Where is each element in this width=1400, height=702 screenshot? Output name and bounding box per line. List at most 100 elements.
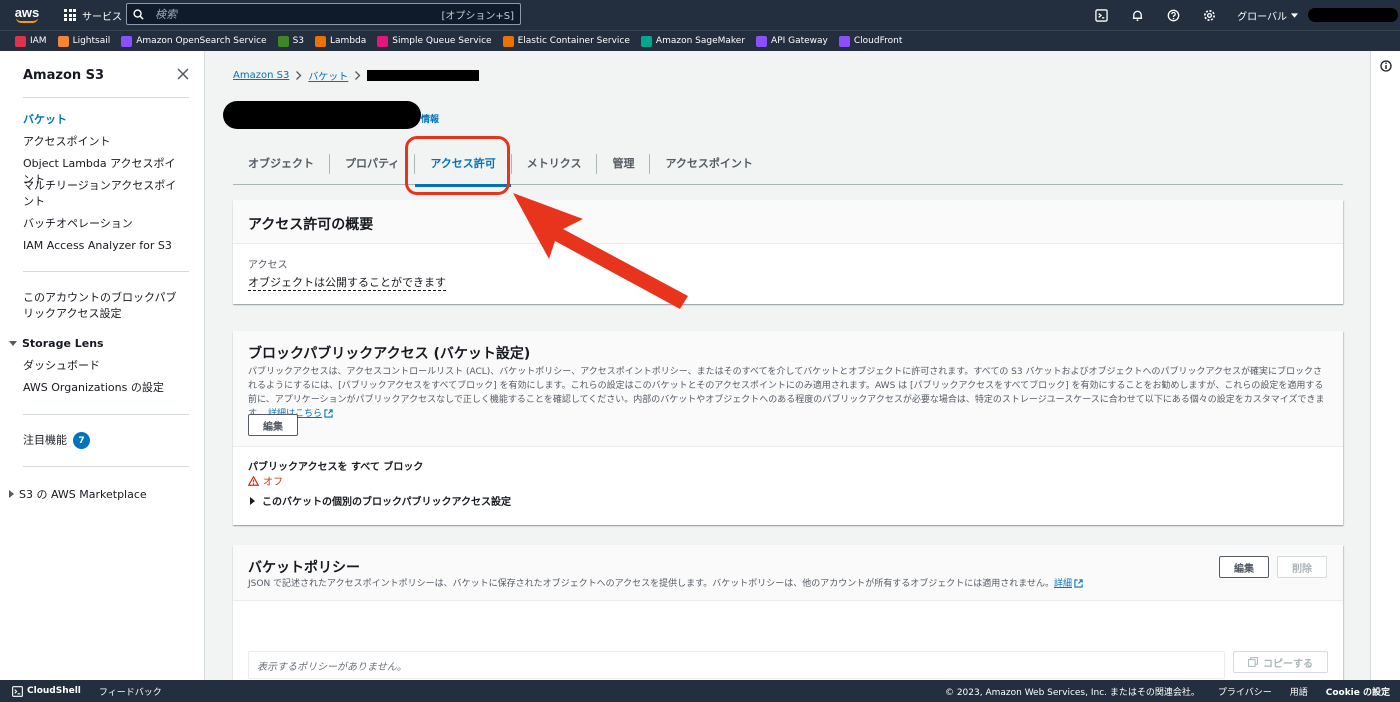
learn-more-link[interactable]: 詳細 (1054, 579, 1072, 589)
services-label: サービス (82, 11, 122, 23)
breadcrumb: Amazon S3 バケット (233, 68, 480, 83)
info-link[interactable]: 情報 (421, 112, 439, 125)
service-icon (57, 35, 69, 47)
tab-properties[interactable]: プロパティ (330, 153, 416, 174)
bell-icon[interactable] (1119, 0, 1155, 30)
copy-label: コピーする (1263, 658, 1313, 670)
status-badge: オフ (248, 473, 283, 488)
caret-right-icon (9, 490, 14, 498)
feedback-link[interactable]: フィードバック (99, 685, 162, 698)
external-link-icon (1074, 579, 1083, 588)
sidebar-item-dashboards[interactable]: ダッシュボード (23, 358, 183, 374)
sidenav-title: Amazon S3 (23, 68, 105, 83)
sidebar-group-storage-lens[interactable]: Storage Lens (9, 337, 104, 350)
cloudshell-button[interactable]: CloudShell (12, 685, 81, 697)
cookie-settings-link[interactable]: Cookie の設定 (1326, 685, 1390, 698)
sidebar-group-label: S3 の AWS Marketplace (19, 488, 147, 501)
policy-editor: 表示するポリシーがありません。 (248, 651, 1225, 679)
edit-button[interactable]: 編集 (1219, 556, 1269, 578)
block-all-label: パブリックアクセスを すべて ブロック (248, 462, 424, 473)
info-icon[interactable] (1380, 60, 1392, 72)
sidebar-item-iam-analyzer[interactable]: IAM Access Analyzer for S3 (23, 238, 183, 254)
favorite-item[interactable]: Amazon SageMaker (640, 35, 745, 47)
aws-smile-icon (16, 18, 38, 23)
favorite-item[interactable]: Amazon OpenSearch Service (121, 35, 267, 47)
breadcrumb-buckets[interactable]: バケット (308, 68, 348, 83)
sidebar-item-buckets[interactable]: バケット (23, 112, 183, 128)
service-icon (121, 35, 133, 47)
favorite-label: Amazon OpenSearch Service (136, 36, 267, 46)
account-menu-redacted[interactable] (1308, 8, 1398, 22)
annotation-highlight-circle (405, 136, 510, 195)
favorite-item[interactable]: S3 (277, 35, 304, 47)
sidebar-group-marketplace[interactable]: S3 の AWS Marketplace (9, 486, 147, 502)
service-icon (502, 35, 514, 47)
region-selector[interactable]: グローバル (1237, 8, 1298, 23)
footer-links: © 2023, Amazon Web Services, Inc. またはその関… (945, 685, 1390, 698)
tab-access-points[interactable]: アクセスポイント (650, 154, 767, 174)
privacy-link[interactable]: プライバシー (1218, 685, 1272, 698)
sidebar-item-batch-operations[interactable]: バッチオペレーション (23, 216, 183, 232)
help-icon[interactable] (1155, 0, 1191, 30)
sidebar-item-access-points[interactable]: アクセスポイント (23, 134, 183, 150)
bpa-description: パブリックアクセスは、アクセスコントロールリスト (ACL)、バケットポリシー、… (248, 367, 1325, 419)
featured-label: 注目機能 (23, 433, 67, 447)
page-title: 情報 (223, 101, 439, 129)
delete-button[interactable]: 削除 (1277, 556, 1327, 578)
divider (23, 271, 189, 272)
access-label: アクセス (248, 260, 288, 271)
favorites-bar: IAM Lightsail Amazon OpenSearch Service S3 L… (0, 30, 1400, 51)
breadcrumb-amazon-s3[interactable]: Amazon S3 (233, 70, 289, 81)
tab-management[interactable]: 管理 (597, 153, 651, 174)
tab-metrics[interactable]: メトリクス (512, 153, 598, 174)
chevron-right-icon (296, 71, 302, 80)
card-header: バケットポリシー JSON で記述されたアクセスポイントポリシーは、バケットに保… (233, 545, 1343, 601)
footer: CloudShell フィードバック © 2023, Amazon Web Se… (0, 680, 1400, 702)
top-right-controls: グローバル (1083, 0, 1400, 30)
service-icon (377, 35, 389, 47)
service-icon (756, 35, 768, 47)
close-icon[interactable] (176, 67, 190, 81)
search-shortcut: [オプション+S] (441, 10, 514, 22)
favorite-item[interactable]: API Gateway (756, 35, 828, 47)
service-icon (15, 35, 26, 47)
sidebar-item-multi-region[interactable]: マルチリージョンアクセスポイント (23, 178, 183, 210)
service-icon (277, 35, 289, 47)
external-link-icon (324, 409, 333, 418)
card-description: パブリックアクセスは、アクセスコントロールリスト (ACL)、バケットポリシー、… (248, 365, 1328, 421)
featured-count-badge: 7 (73, 432, 90, 449)
divider (23, 97, 189, 98)
annotation-arrow-icon (513, 193, 688, 309)
sidebar-item-featured[interactable]: 注目機能 7 (23, 432, 183, 449)
expand-individual-settings[interactable]: このバケットの個別のブロックパブリックアクセス設定 (250, 493, 511, 508)
gear-icon[interactable] (1191, 0, 1227, 30)
favorite-label: Lightsail (72, 36, 111, 46)
permissions-overview-card: アクセス許可の概要 アクセス オブジェクトは公開することができます (233, 200, 1343, 304)
search-placeholder: 検索 (155, 8, 177, 21)
search-input[interactable]: 検索 [オプション+S] (126, 3, 521, 25)
top-navigation: aws サービス 検索 [オプション+S] グローバル (0, 0, 1400, 30)
favorite-label: API Gateway (771, 36, 828, 46)
tab-objects[interactable]: オブジェクト (233, 153, 330, 174)
edit-button[interactable]: 編集 (248, 414, 298, 436)
favorite-label: IAM (30, 36, 47, 46)
services-menu-button[interactable]: サービス (64, 8, 122, 23)
copy-button[interactable]: コピーする (1233, 651, 1328, 673)
favorite-item[interactable]: CloudFront (838, 35, 902, 47)
favorite-item[interactable]: IAM (15, 35, 47, 47)
favorite-item[interactable]: Simple Queue Service (377, 35, 492, 47)
policy-description: JSON で記述されたアクセスポイントポリシーは、バケットに保存されたオブジェク… (248, 579, 1054, 589)
aws-logo[interactable]: aws (4, 0, 50, 30)
favorite-item[interactable]: Elastic Container Service (502, 35, 630, 47)
side-navigation: Amazon S3 バケット アクセスポイント Object Lambda アク… (0, 51, 205, 680)
cloudshell-icon[interactable] (1083, 0, 1119, 30)
sidebar-item-organizations[interactable]: AWS Organizations の設定 (23, 380, 183, 396)
sidebar-item-block-public-access[interactable]: このアカウントのブロックパブリックアクセス設定 (23, 290, 183, 322)
main-content: Amazon S3 バケット 情報 オブジェクト プロパティ アクセス許可 メト… (205, 51, 1370, 680)
card-header: アクセス許可の概要 (233, 200, 1343, 244)
copy-icon (1248, 657, 1258, 667)
terms-link[interactable]: 用語 (1290, 685, 1308, 698)
service-icon (640, 35, 652, 47)
favorite-item[interactable]: Lightsail (57, 35, 111, 47)
favorite-item[interactable]: Lambda (315, 35, 366, 47)
